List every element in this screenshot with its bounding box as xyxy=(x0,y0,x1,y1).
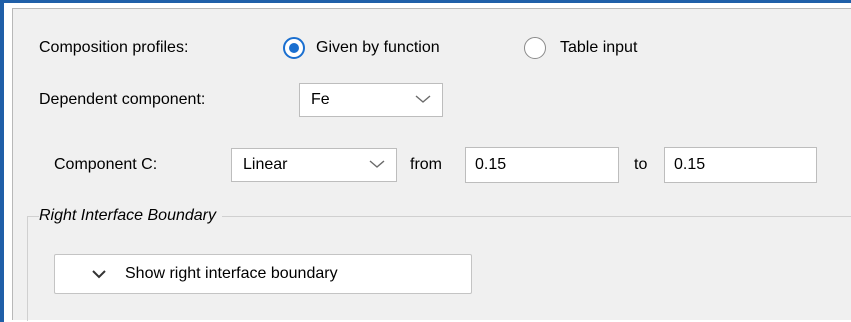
window: Composition profiles: Given by function … xyxy=(0,0,851,322)
composition-profiles-label: Composition profiles: xyxy=(39,39,189,56)
dependent-component-select[interactable]: Fe xyxy=(299,83,443,117)
group-border-left xyxy=(27,216,28,321)
to-input[interactable]: 0.15 xyxy=(664,147,817,183)
radio-table-input[interactable] xyxy=(524,37,546,59)
show-right-interface-boundary-label: Show right interface boundary xyxy=(125,265,338,282)
dependent-component-value: Fe xyxy=(311,91,330,108)
chevron-down-icon xyxy=(415,95,431,103)
dependent-component-label: Dependent component: xyxy=(39,91,206,108)
from-input[interactable]: 0.15 xyxy=(465,147,619,183)
component-c-label: Component C: xyxy=(54,156,158,173)
chevron-down-icon xyxy=(369,160,385,168)
to-label: to xyxy=(634,156,648,173)
component-c-profile-value: Linear xyxy=(243,156,288,173)
to-input-value: 0.15 xyxy=(674,156,706,173)
component-c-profile-select[interactable]: Linear xyxy=(231,148,397,182)
right-interface-boundary-title: Right Interface Boundary xyxy=(39,206,222,226)
from-input-value: 0.15 xyxy=(475,156,507,173)
chevron-down-icon xyxy=(92,270,106,279)
from-label: from xyxy=(410,156,442,173)
radio-table-input-label[interactable]: Table input xyxy=(560,38,637,58)
radio-given-by-function[interactable] xyxy=(283,37,305,59)
radio-given-by-function-label[interactable]: Given by function xyxy=(316,38,440,58)
window-border-left xyxy=(0,0,4,322)
show-right-interface-boundary-button[interactable]: Show right interface boundary xyxy=(54,254,472,294)
composition-panel: Composition profiles: Given by function … xyxy=(12,8,851,321)
window-border-top xyxy=(0,0,851,3)
